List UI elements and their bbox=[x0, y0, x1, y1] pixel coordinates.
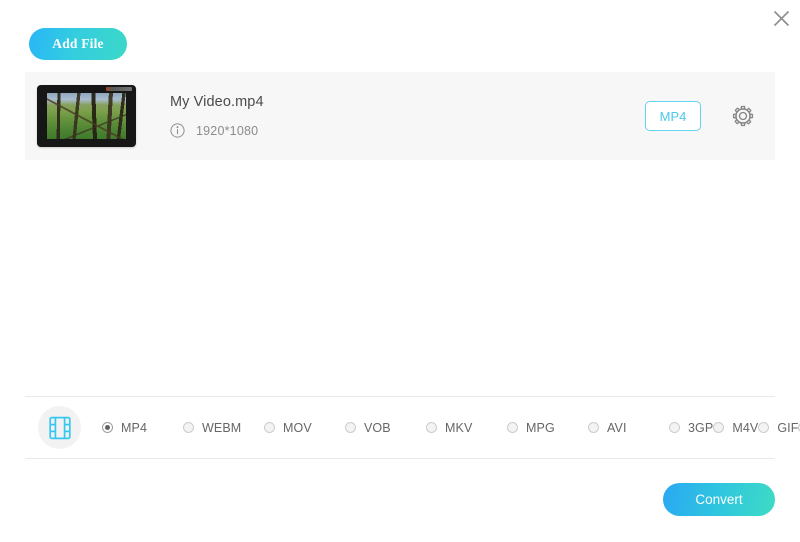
convert-button[interactable]: Convert bbox=[663, 483, 775, 516]
radio-button[interactable] bbox=[507, 422, 518, 433]
format-option-label: MPG bbox=[526, 420, 555, 435]
close-button[interactable] bbox=[766, 3, 796, 33]
format-option-label: MKV bbox=[445, 420, 473, 435]
format-option-mpg[interactable]: MPG bbox=[507, 421, 588, 435]
format-option-mp4[interactable]: MP4 bbox=[102, 421, 183, 435]
format-option-label: MOV bbox=[283, 420, 312, 435]
format-option-label: 3GP bbox=[688, 420, 714, 435]
file-details: My Video.mp4 1920*1080 bbox=[136, 94, 645, 138]
format-options-grid: MP4WEBMMOVVOBMKVMPGAVI3GPM4VGIFFLVYouTub… bbox=[102, 415, 800, 441]
file-resolution: 1920*1080 bbox=[196, 123, 259, 138]
radio-button[interactable] bbox=[669, 422, 680, 433]
format-option-label: AVI bbox=[607, 420, 627, 435]
radio-button[interactable] bbox=[426, 422, 437, 433]
format-option-mov[interactable]: MOV bbox=[264, 421, 345, 435]
file-name: My Video.mp4 bbox=[170, 94, 264, 110]
format-option-avi[interactable]: AVI bbox=[588, 421, 669, 435]
thumbnail-watermark bbox=[106, 87, 132, 91]
radio-button[interactable] bbox=[345, 422, 356, 433]
file-info-line: 1920*1080 bbox=[170, 123, 645, 138]
format-option-3gp[interactable]: 3GP bbox=[669, 421, 713, 435]
format-selection-bar: MP4WEBMMOVVOBMKVMPGAVI3GPM4VGIFFLVYouTub… bbox=[25, 396, 800, 459]
radio-button[interactable] bbox=[588, 422, 599, 433]
add-file-button[interactable]: Add File bbox=[29, 28, 127, 60]
radio-button[interactable] bbox=[713, 422, 725, 433]
output-format-badge[interactable]: MP4 bbox=[645, 101, 701, 131]
file-list-item[interactable]: My Video.mp4 1920*1080 MP4 bbox=[25, 72, 775, 160]
format-option-mkv[interactable]: MKV bbox=[426, 421, 507, 435]
gear-icon bbox=[732, 105, 754, 127]
format-option-webm[interactable]: WEBM bbox=[183, 421, 264, 435]
toolbar: Add File bbox=[29, 28, 127, 60]
file-list: My Video.mp4 1920*1080 MP4 bbox=[25, 72, 775, 160]
video-category-button[interactable] bbox=[38, 406, 81, 449]
info-icon[interactable] bbox=[170, 123, 185, 138]
format-option-label: M4V bbox=[732, 420, 759, 435]
close-icon bbox=[773, 10, 789, 26]
format-option-label: VOB bbox=[364, 420, 391, 435]
format-option-label: GIF bbox=[777, 420, 799, 435]
format-option-m4v[interactable]: M4V bbox=[713, 421, 758, 435]
thumbnail-image bbox=[47, 93, 126, 139]
format-option-label: WEBM bbox=[202, 420, 242, 435]
radio-button[interactable] bbox=[264, 422, 275, 433]
format-option-label: MP4 bbox=[121, 420, 148, 435]
video-thumbnail[interactable] bbox=[37, 85, 136, 147]
file-settings-button[interactable] bbox=[731, 104, 755, 128]
film-strip-icon bbox=[48, 416, 71, 439]
format-option-gif[interactable]: GIF bbox=[758, 421, 798, 435]
radio-button[interactable] bbox=[183, 422, 194, 433]
radio-button[interactable] bbox=[758, 422, 770, 433]
radio-button[interactable] bbox=[102, 422, 113, 433]
format-option-vob[interactable]: VOB bbox=[345, 421, 426, 435]
